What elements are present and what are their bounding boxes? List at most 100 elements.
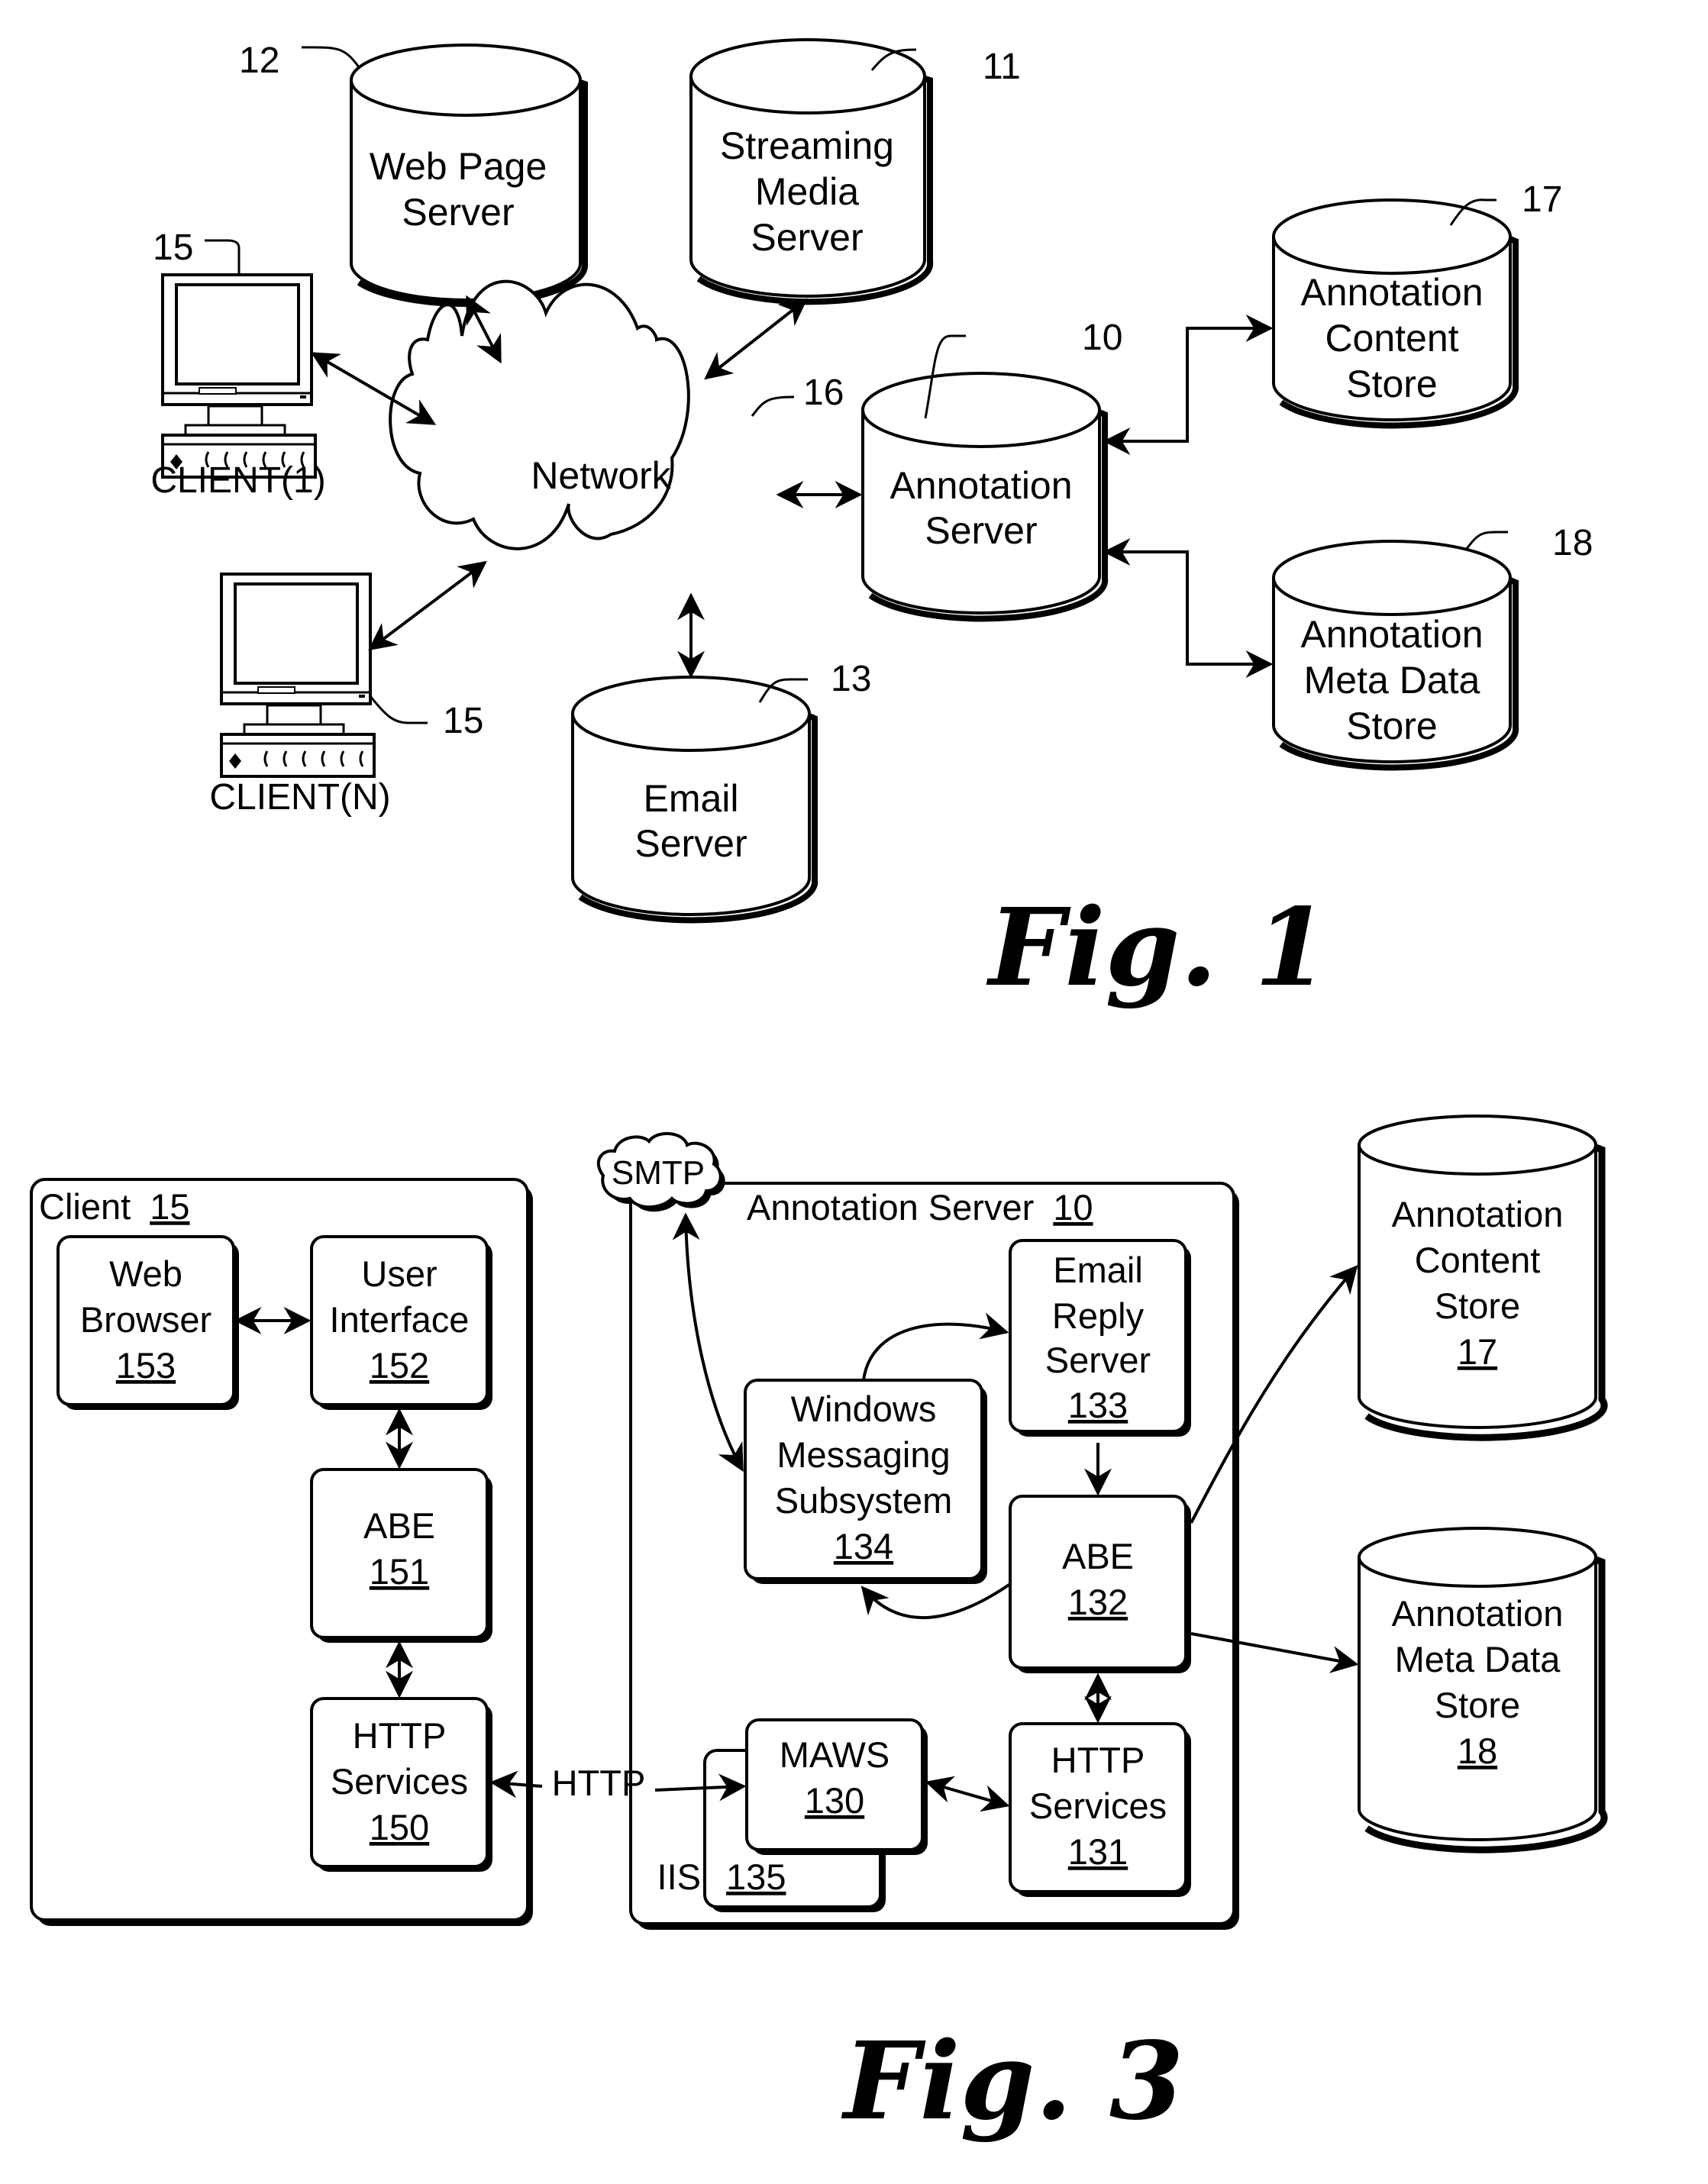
web-page-server-cylinder: Web Page Server 12 <box>239 40 588 307</box>
client-abe-ref: 151 <box>370 1551 429 1592</box>
ref-12: 12 <box>239 40 279 81</box>
leader-line-15a <box>205 239 241 275</box>
client-frame-title-text: Client <box>39 1186 131 1227</box>
ref-15-client-n: 15 <box>443 701 483 741</box>
client-http-services-box: HTTP Services 150 <box>310 1697 492 1872</box>
figure-1-caption: Fig. 1 <box>986 886 1329 1011</box>
annotation-server-label-line1: Annotation <box>890 464 1072 507</box>
link-annotation-server-meta-store <box>1103 538 1274 678</box>
server-http-line1: HTTP <box>1051 1740 1145 1780</box>
client-n-computer <box>220 573 428 778</box>
fig3-content-store-line1: Annotation <box>1392 1194 1564 1234</box>
computer-icon <box>220 573 376 778</box>
annotation-server-label-line2: Server <box>925 509 1037 552</box>
fig3-content-store-cylinder: Annotation Content Store 17 <box>1358 1115 1608 1441</box>
streaming-media-server-label-line3: Server <box>751 216 863 259</box>
meta-store-label-line3: Store <box>1346 705 1438 747</box>
server-abe-line1: ABE <box>1062 1536 1134 1576</box>
fig3-meta-store-ref: 18 <box>1458 1731 1497 1771</box>
fig3-content-store-line3: Store <box>1435 1286 1520 1326</box>
maws-line1: MAWS <box>780 1734 890 1775</box>
ref-10: 10 <box>1082 318 1122 358</box>
email-server-label-line2: Server <box>634 822 747 865</box>
computer-icon <box>161 273 317 479</box>
link-annotation-server-content-store <box>1103 315 1274 455</box>
fig3-meta-store-line2: Meta Data <box>1395 1639 1561 1679</box>
patent-drawing-sheet: Web Page Server 12 Streaming Media Serve… <box>30 38 1608 2144</box>
web-browser-line2: Browser <box>80 1299 211 1340</box>
server-frame-ref: 10 <box>1053 1187 1093 1227</box>
email-reply-ref: 133 <box>1068 1385 1128 1425</box>
client-http-ref: 150 <box>370 1807 429 1847</box>
wms-ref: 134 <box>834 1526 893 1566</box>
server-http-services-box: HTTP Services 131 <box>1009 1722 1191 1897</box>
email-reply-server-box: Email Reply Server 133 <box>1009 1239 1191 1437</box>
web-page-server-label-line2: Server <box>402 191 514 234</box>
server-abe-box: ABE 132 <box>1009 1495 1191 1673</box>
leader-line-12 <box>301 46 360 68</box>
annotation-content-store-cylinder: Annotation Content Store 17 <box>1272 179 1562 429</box>
smtp-label: SMTP <box>612 1154 705 1192</box>
annotation-meta-data-store-cylinder: Annotation Meta Data Store 18 <box>1272 523 1593 771</box>
annotation-server-frame-title: Annotation Server 10 <box>747 1187 1093 1227</box>
meta-store-label-line1: Annotation <box>1300 613 1483 656</box>
user-interface-box: User Interface 152 <box>310 1235 492 1410</box>
fig3-meta-store-cylinder: Annotation Meta Data Store 18 <box>1358 1527 1608 1853</box>
fig3-meta-store-line3: Store <box>1435 1685 1520 1725</box>
email-reply-line1: Email <box>1053 1250 1143 1290</box>
http-link-label: HTTP <box>552 1763 646 1803</box>
user-interface-ref: 152 <box>370 1345 429 1386</box>
leader-line-15b <box>369 695 428 724</box>
email-reply-line3: Server <box>1045 1340 1151 1380</box>
server-abe-ref: 132 <box>1068 1582 1128 1622</box>
ref-13: 13 <box>831 659 871 699</box>
client-1-label: CLIENT(1) <box>150 460 325 501</box>
client-n-label: CLIENT(N) <box>209 777 390 818</box>
ref-15-client-1: 15 <box>153 227 193 268</box>
web-browser-ref: 153 <box>116 1345 176 1386</box>
figure-3-caption: Fig. 3 <box>841 2019 1183 2144</box>
content-store-label-line3: Store <box>1346 363 1438 405</box>
link-streaming-network <box>704 298 808 380</box>
server-frame-title-text: Annotation Server <box>747 1187 1034 1227</box>
meta-store-label-line2: Meta Data <box>1304 659 1480 702</box>
fig3-meta-store-line1: Annotation <box>1392 1593 1564 1634</box>
ref-11: 11 <box>983 47 1021 87</box>
ref-18: 18 <box>1552 523 1593 563</box>
smtp-cloud: SMTP <box>596 1131 725 1212</box>
figure-3: Client 15 Annotation Server 10 SMTP Web … <box>30 1115 1608 2144</box>
content-store-label-line2: Content <box>1325 317 1458 360</box>
ref-17: 17 <box>1522 179 1562 220</box>
streaming-media-server-label-line2: Media <box>755 170 859 213</box>
link-clientn-network <box>368 560 487 651</box>
user-interface-line2: Interface <box>330 1299 470 1340</box>
server-http-line2: Services <box>1029 1786 1167 1826</box>
email-server-label-line1: Email <box>643 777 738 820</box>
client-frame-ref: 15 <box>150 1186 189 1227</box>
leader-line-18 <box>1464 531 1508 550</box>
client-abe-line1: ABE <box>363 1505 435 1546</box>
fig3-content-store-line2: Content <box>1415 1240 1541 1280</box>
windows-messaging-box: Windows Messaging Subsystem 134 <box>744 1379 987 1584</box>
client-abe-box: ABE 151 <box>310 1468 492 1643</box>
content-store-label-line1: Annotation <box>1300 271 1483 314</box>
client-http-line1: HTTP <box>353 1715 447 1756</box>
web-page-server-label-line1: Web Page <box>370 145 547 188</box>
streaming-media-server-label-line1: Streaming <box>720 124 894 167</box>
annotation-server-cylinder: Annotation Server 10 <box>861 318 1122 622</box>
iis-ref: 135 <box>726 1857 786 1897</box>
client-frame-title: Client 15 <box>39 1186 190 1227</box>
iis-label-text: IIS <box>657 1857 701 1897</box>
wms-line3: Subsystem <box>775 1480 952 1521</box>
client-http-line2: Services <box>331 1761 468 1802</box>
leader-line-16 <box>751 395 795 417</box>
server-http-ref: 131 <box>1068 1831 1128 1872</box>
web-browser-line1: Web <box>109 1253 182 1294</box>
ref-16: 16 <box>803 373 844 413</box>
streaming-media-server-cylinder: Streaming Media Server 11 <box>689 38 1021 305</box>
email-server-cylinder: Email Server 13 <box>571 659 871 924</box>
fig3-content-store-ref: 17 <box>1458 1331 1497 1372</box>
maws-box: MAWS 130 <box>745 1718 928 1855</box>
network-label: Network <box>531 454 671 497</box>
web-browser-box: Web Browser 153 <box>57 1235 239 1410</box>
